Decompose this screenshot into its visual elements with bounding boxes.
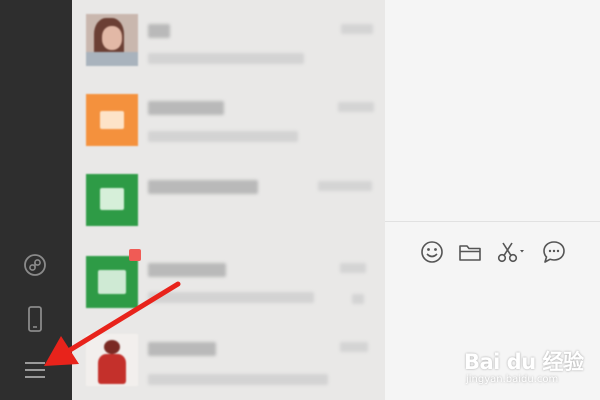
- chat-list-item[interactable]: [72, 82, 385, 160]
- avatar: [86, 174, 138, 226]
- message-preview: [148, 131, 298, 142]
- chat-list-item[interactable]: [72, 322, 385, 400]
- message-preview: [148, 53, 304, 64]
- timestamp: [338, 102, 374, 112]
- timestamp: [340, 342, 368, 352]
- avatar: [86, 14, 138, 66]
- timestamp: [318, 181, 372, 191]
- scissors-icon[interactable]: [495, 238, 527, 266]
- sidebar: [0, 0, 72, 400]
- watermark: Bai du 经验 jingyan.baidu.com: [460, 344, 590, 396]
- timestamp: [341, 24, 373, 34]
- contact-name: [148, 342, 216, 356]
- avatar: [86, 94, 138, 146]
- emoji-icon[interactable]: [418, 238, 446, 266]
- timestamp: [340, 263, 366, 273]
- chat-list-item[interactable]: [72, 162, 385, 240]
- avatar: [86, 334, 138, 386]
- watermark-brand: Bai du 经验: [464, 350, 584, 374]
- menu-icon[interactable]: [21, 356, 49, 384]
- chat-bubble-icon[interactable]: [540, 238, 568, 266]
- chat-window: [385, 0, 600, 400]
- contact-name: [148, 24, 170, 38]
- contact-name: [148, 263, 226, 277]
- folder-icon[interactable]: [456, 238, 484, 266]
- unread-badge: [129, 249, 141, 261]
- avatar: [86, 256, 138, 308]
- divider: [385, 221, 600, 222]
- contact-name: [148, 180, 258, 194]
- phone-icon[interactable]: [21, 305, 49, 333]
- message-preview: [148, 292, 314, 303]
- mute-icon: [352, 294, 364, 304]
- chat-list-item[interactable]: [72, 240, 385, 318]
- chat-list: [72, 0, 385, 400]
- watermark-url: jingyan.baidu.com: [466, 374, 559, 385]
- chat-list-item[interactable]: [72, 2, 385, 80]
- contact-name: [148, 101, 224, 115]
- message-preview: [148, 374, 328, 385]
- mini-program-icon[interactable]: [21, 251, 49, 279]
